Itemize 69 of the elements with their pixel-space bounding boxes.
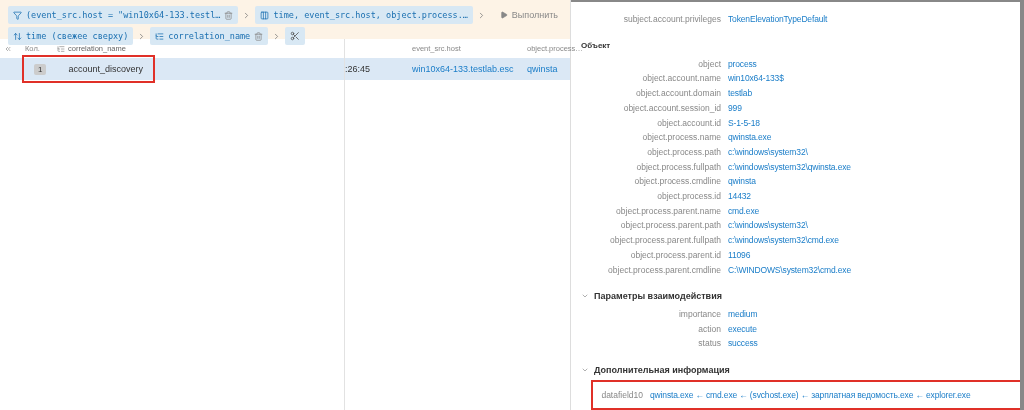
query-chip[interactable]: time, event_src.host, object.process.… xyxy=(255,6,473,24)
field-value[interactable]: S-1-5-18 xyxy=(728,117,760,128)
field-label: object.account.id xyxy=(656,117,721,128)
field-value[interactable]: win10x64-133$ xyxy=(728,73,784,84)
chip-label: correlation_name xyxy=(168,31,251,41)
field-label: importance xyxy=(677,308,721,319)
field-label: datafield10 xyxy=(600,390,643,401)
section-title: Дополнительная информация xyxy=(594,364,730,375)
scissors-icon xyxy=(290,31,301,41)
chip-label: (event_src.host = "win10x64-133.testl… xyxy=(26,10,221,20)
field-value[interactable]: 999 xyxy=(728,102,742,113)
section-title: Параметры взаимодействия xyxy=(594,290,722,301)
field-value[interactable]: qwinsta.exe xyxy=(728,132,772,143)
field-label: object.process.name xyxy=(641,132,721,143)
field-value[interactable]: c:\windows\system32\ xyxy=(728,146,808,157)
field-value[interactable]: process xyxy=(728,58,757,69)
field-label: object.account.domain xyxy=(634,88,721,99)
field-label: object.process.parent.path xyxy=(619,220,721,231)
count-badge: 1 xyxy=(34,63,47,75)
field-value[interactable]: execute xyxy=(728,323,757,334)
field-value[interactable]: qwinsta.exe ← cmd.exe ← (svchost.exe) ← зарплатная ведомость.exe ← explorer.exe xyxy=(650,390,971,401)
field-label: object.process.cmdline xyxy=(633,176,721,187)
field-label: object.process.fullpath xyxy=(635,161,721,172)
field-value[interactable]: c:\windows\system32\cmd.exe xyxy=(728,235,839,246)
field-label: object xyxy=(697,58,721,69)
table-cell: :26:45 xyxy=(345,64,371,74)
group-icon xyxy=(155,31,165,41)
field-label: object.process.parent.fullpath xyxy=(608,235,721,246)
field-value[interactable]: 14432 xyxy=(728,191,751,202)
field-label: object.process.parent.name xyxy=(615,205,721,216)
field-value[interactable]: qwinsta xyxy=(728,176,756,187)
scissors-button[interactable] xyxy=(285,27,306,45)
columns-icon xyxy=(260,10,270,20)
section-title: Объект xyxy=(581,41,611,51)
field-value[interactable]: success xyxy=(728,338,758,349)
table-cell: account_discovery xyxy=(68,64,143,74)
chip-label: time (свежее сверху) xyxy=(26,31,129,41)
query-chip[interactable]: (event_src.host = "win10x64-133.testl… xyxy=(8,6,239,24)
field-label: action xyxy=(697,323,721,334)
table-cell: qwinsta xyxy=(527,64,558,74)
run-button[interactable]: Выполнить xyxy=(495,10,562,20)
trash-icon[interactable] xyxy=(224,10,234,20)
field-value[interactable]: 11096 xyxy=(728,249,751,260)
query-chip[interactable]: time (свежее сверху) xyxy=(8,27,134,45)
field-value[interactable]: medium xyxy=(728,308,758,319)
field-value[interactable]: TokenElevationTypeDefault xyxy=(728,14,828,25)
field-value[interactable]: c:\windows\system32\ xyxy=(728,220,808,231)
field-label: object.account.session_id xyxy=(622,102,721,113)
group-icon xyxy=(57,44,65,53)
field-label: object.process.path xyxy=(646,146,721,157)
trash-icon[interactable] xyxy=(254,31,264,41)
field-label: object.process.id xyxy=(656,191,721,202)
table-cell: win10x64-133.testlab.esc xyxy=(412,64,514,74)
field-label: object.process.parent.cmdline xyxy=(607,264,721,275)
field-label: status xyxy=(697,338,721,349)
field-label: object.account.name xyxy=(641,73,721,84)
play-icon xyxy=(499,11,508,19)
query-chip[interactable]: correlation_name xyxy=(150,27,269,45)
field-value[interactable]: c:\windows\system32\qwinsta.exe xyxy=(728,161,851,172)
table-row[interactable]: 1 account_discovery :26:45 win10x64-133.testlab.esc qwinsta xyxy=(0,58,570,80)
field-value[interactable]: C:\WINDOWS\system32\cmd.exe xyxy=(728,264,851,275)
field-label: object.process.parent.id xyxy=(629,249,721,260)
sort-icon xyxy=(13,31,22,41)
filter-icon xyxy=(13,10,22,20)
chip-label: time, event_src.host, object.process.… xyxy=(273,10,468,20)
collapse-icon[interactable] xyxy=(4,44,12,53)
field-value[interactable]: cmd.exe xyxy=(728,205,760,216)
field-label: subject.account.privileges xyxy=(622,14,721,25)
field-value[interactable]: testlab xyxy=(728,88,752,99)
